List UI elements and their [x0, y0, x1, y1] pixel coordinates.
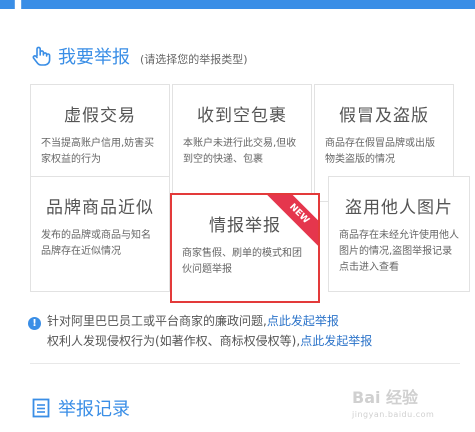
card-title: 品牌商品近似 [46, 198, 154, 218]
card-title: 虚假交易 [64, 106, 136, 126]
card-desc: 发布的品牌或商品与知名品牌存在近似情况 [41, 230, 151, 257]
card-title: 假冒及盗版 [339, 106, 429, 126]
notice-line-1-text: 针对阿里巴巴员工或平台商家的廉政问题, [47, 314, 267, 328]
notice-block: ! 针对阿里巴巴员工或平台商家的廉政问题,点此发起举报 权利人发现侵权行为(如著作… [28, 311, 372, 351]
ip-report-link[interactable]: 点此发起举报 [300, 334, 372, 348]
records-section-title: 举报记录 [58, 399, 130, 420]
records-section-header[interactable]: 举报记录 [30, 395, 130, 421]
card-desc: 商品存在未经允许使用他人图片的情况,盗图举报记录点击进入查看 [339, 230, 459, 273]
report-section-header: 我要举报 (请选择您的举报类型) [30, 43, 248, 69]
tab-notch [14, 0, 22, 9]
notice-line-2-text: 权利人发现侵权行为(如著作权、商标权侵权等), [47, 334, 301, 348]
card-desc: 本账户未进行此交易,但收到空的快递、包裹 [183, 138, 297, 165]
report-card-brand-similar[interactable]: 品牌商品近似 发布的品牌或商品与知名品牌存在近似情况 [30, 176, 170, 292]
document-list-icon [32, 398, 50, 418]
baidu-watermark: Bai 经验 jingyan.baidu.com [352, 384, 434, 419]
report-card-intel[interactable]: 情报举报 商家售假、刷单的模式和团伙问题举报 NEW [170, 193, 320, 303]
notice-line-1: ! 针对阿里巴巴员工或平台商家的廉政问题,点此发起举报 [28, 311, 372, 331]
top-tab-bar [0, 0, 475, 9]
report-card-empty-package[interactable]: 收到空包裹 本账户未进行此交易,但收到空的快递、包裹 [172, 84, 312, 202]
report-section-subtitle: (请选择您的举报类型) [140, 53, 248, 66]
card-desc: 商家售假、刷单的模式和团伙问题举报 [182, 248, 302, 275]
card-title: 盗用他人图片 [345, 198, 453, 218]
exclamation-icon: ! [28, 317, 41, 330]
notice-line-2: 权利人发现侵权行为(如著作权、商标权侵权等),点此发起举报 [28, 331, 372, 351]
report-card-image-theft[interactable]: 盗用他人图片 商品存在未经允许使用他人图片的情况,盗图举报记录点击进入查看 [328, 176, 470, 292]
integrity-report-link[interactable]: 点此发起举报 [267, 314, 339, 328]
hand-pointer-icon [32, 46, 51, 66]
report-section-title: 我要举报 [58, 47, 130, 68]
watermark-url: jingyan.baidu.com [352, 410, 435, 419]
watermark-brand: Bai 经验 [352, 388, 419, 407]
card-desc: 商品存在假冒品牌或出版物类盗版的情况 [325, 138, 435, 165]
section-divider [30, 363, 460, 364]
card-title: 收到空包裹 [197, 106, 287, 126]
card-desc: 不当提高账户信用,妨害买家权益的行为 [41, 138, 155, 165]
